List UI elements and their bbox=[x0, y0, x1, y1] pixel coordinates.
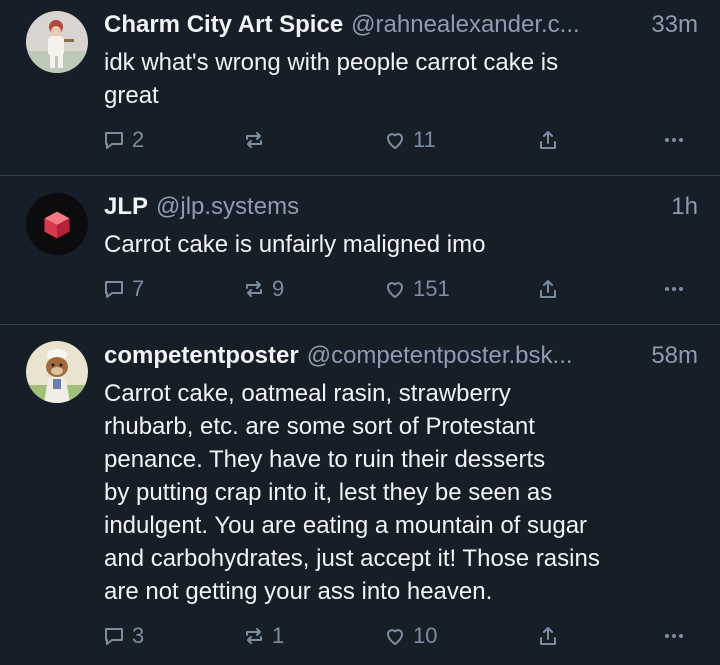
share-button[interactable] bbox=[536, 126, 560, 154]
post[interactable]: competentposter @competentposter.bsk... … bbox=[0, 325, 720, 665]
repost-icon bbox=[246, 281, 262, 297]
post-header: competentposter @competentposter.bsk... … bbox=[104, 341, 698, 371]
reply-count: 2 bbox=[132, 127, 145, 152]
share-icon bbox=[540, 131, 556, 149]
like-button[interactable]: 10 bbox=[383, 622, 437, 650]
reply-count: 7 bbox=[132, 276, 145, 301]
share-button[interactable] bbox=[536, 275, 560, 303]
post-time[interactable]: 58m bbox=[651, 341, 698, 371]
avatar-image bbox=[26, 193, 88, 255]
more-icon bbox=[665, 138, 683, 142]
feed: Charm City Art Spice @rahnealexander.c..… bbox=[0, 0, 720, 665]
more-icon bbox=[665, 634, 683, 638]
reply-count: 3 bbox=[132, 623, 145, 648]
reply-icon bbox=[105, 281, 123, 298]
avatar[interactable] bbox=[26, 341, 88, 403]
like-button[interactable]: 11 bbox=[383, 126, 436, 154]
like-count: 10 bbox=[413, 623, 438, 648]
more-icon bbox=[665, 287, 683, 291]
repost-button[interactable]: 9 bbox=[242, 275, 284, 303]
more-button[interactable] bbox=[662, 126, 686, 154]
author-handle[interactable]: @jlp.systems bbox=[156, 192, 299, 222]
author-handle[interactable]: @competentposter.bsk... bbox=[307, 341, 573, 371]
post-time[interactable]: 1h bbox=[671, 192, 698, 222]
repost-count: 9 bbox=[272, 276, 285, 301]
more-button[interactable] bbox=[662, 275, 686, 303]
author-handle[interactable]: @rahnealexander.c... bbox=[351, 10, 580, 40]
like-icon bbox=[387, 282, 403, 298]
post[interactable]: JLP @jlp.systems 1h Carrot cake is unfai… bbox=[0, 176, 720, 325]
post-header: Charm City Art Spice @rahnealexander.c..… bbox=[104, 10, 698, 40]
reply-button[interactable]: 3 bbox=[102, 622, 144, 650]
post-text: idk what's wrong with people carrot cake… bbox=[104, 49, 559, 109]
avatar[interactable] bbox=[26, 193, 88, 255]
author-name[interactable]: Charm City Art Spice bbox=[104, 10, 343, 40]
like-count: 11 bbox=[413, 127, 436, 152]
post-actions: 7 9 151 bbox=[102, 275, 702, 303]
post-actions: 2 11 bbox=[102, 126, 702, 154]
avatar[interactable] bbox=[26, 11, 88, 73]
repost-icon bbox=[246, 628, 262, 644]
like-button[interactable]: 151 bbox=[383, 275, 450, 303]
repost-count: 1 bbox=[272, 623, 285, 648]
repost-button[interactable] bbox=[242, 126, 272, 154]
avatar-image bbox=[26, 341, 88, 403]
post-text: Carrot cake is unfairly maligned imo bbox=[104, 231, 486, 258]
like-count: 151 bbox=[413, 276, 450, 301]
avatar-image bbox=[26, 11, 88, 73]
reply-icon bbox=[105, 132, 123, 149]
repost-icon bbox=[246, 132, 262, 148]
share-icon bbox=[540, 280, 556, 298]
reply-button[interactable]: 2 bbox=[102, 126, 144, 154]
more-button[interactable] bbox=[662, 622, 686, 650]
post-text: Carrot cake, oatmeal rasin, strawberry r… bbox=[104, 380, 600, 605]
post-actions: 3 1 10 bbox=[102, 622, 702, 650]
post-header: JLP @jlp.systems 1h bbox=[104, 192, 698, 222]
share-icon bbox=[540, 627, 556, 645]
reply-icon bbox=[105, 628, 123, 645]
repost-button[interactable]: 1 bbox=[242, 622, 284, 650]
reply-button[interactable]: 7 bbox=[102, 275, 144, 303]
share-button[interactable] bbox=[536, 622, 560, 650]
author-name[interactable]: competentposter bbox=[104, 341, 299, 371]
author-name[interactable]: JLP bbox=[104, 192, 148, 222]
post-time[interactable]: 33m bbox=[651, 10, 698, 40]
post[interactable]: Charm City Art Spice @rahnealexander.c..… bbox=[0, 0, 720, 176]
like-icon bbox=[387, 629, 403, 645]
like-icon bbox=[387, 133, 403, 149]
